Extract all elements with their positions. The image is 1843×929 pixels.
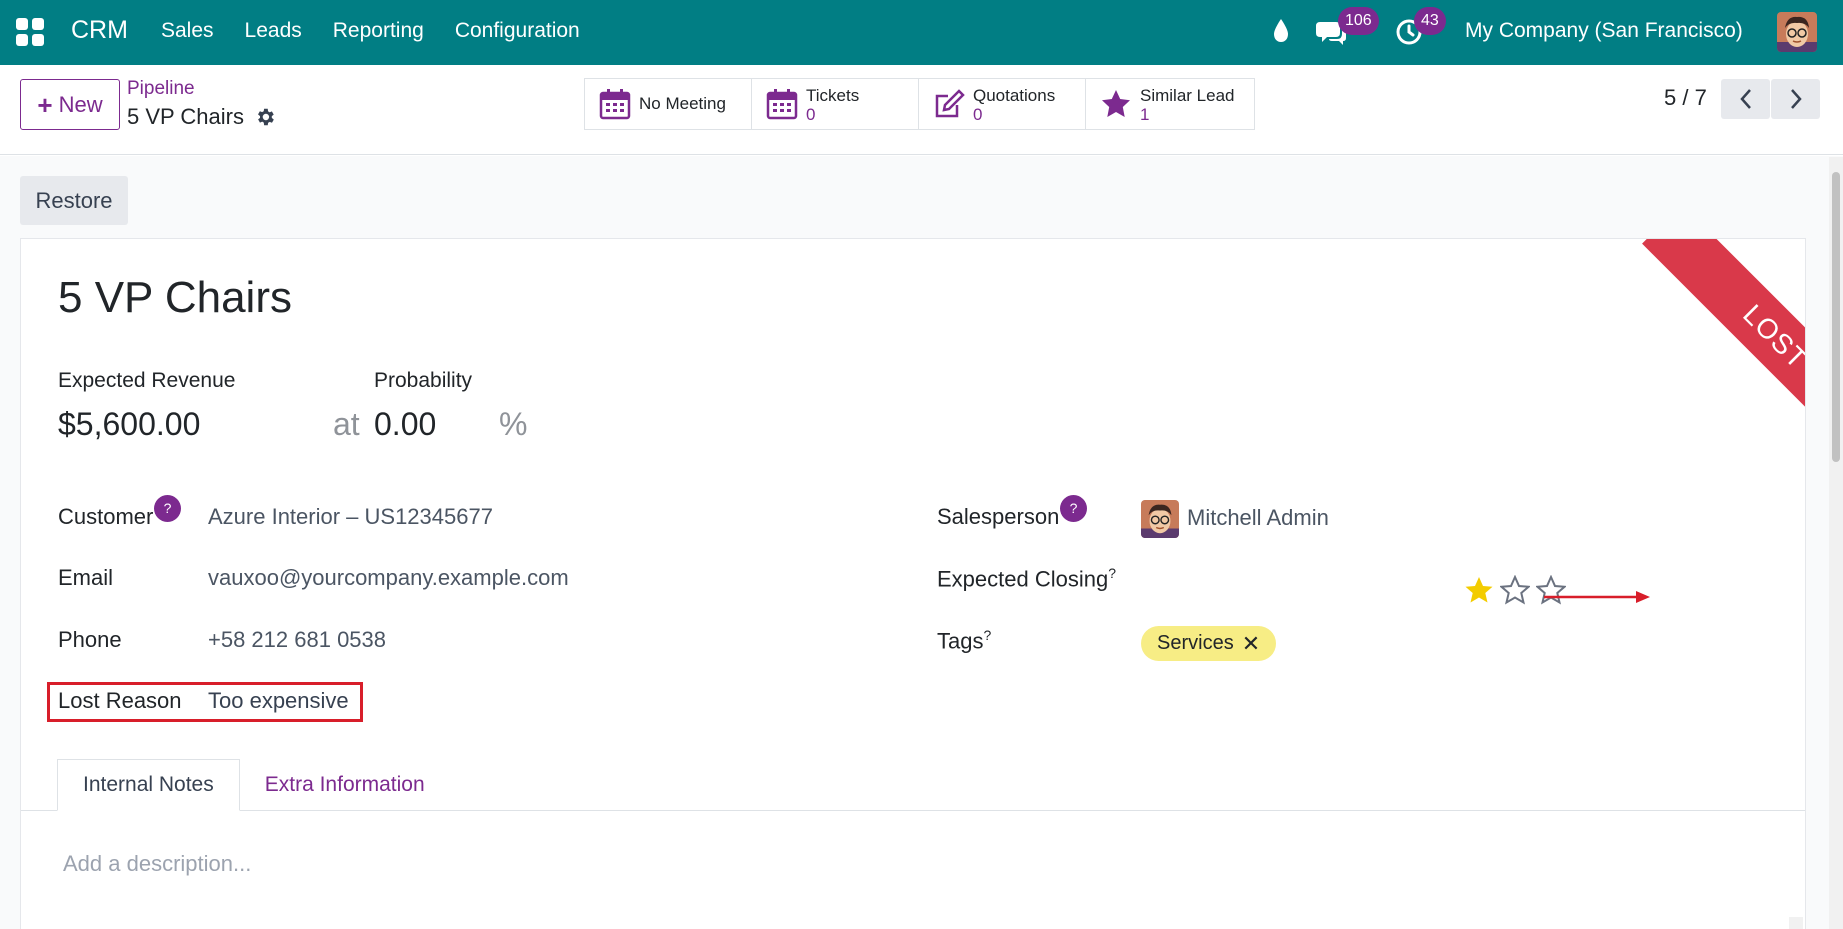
calendar-icon — [599, 89, 631, 120]
tag-label: Services — [1157, 632, 1234, 654]
edit-icon — [935, 89, 965, 118]
percent-sign: % — [499, 406, 528, 442]
menu-item-configuration[interactable]: Configuration — [455, 19, 580, 43]
company-switcher[interactable]: My Company (San Francisco) — [1465, 19, 1743, 43]
menu-item-reporting[interactable]: Reporting — [333, 19, 424, 43]
app-brand[interactable]: CRM — [71, 16, 128, 45]
menu-item-leads[interactable]: Leads — [245, 19, 302, 43]
expected-closing-label: Expected Closing? — [937, 565, 1116, 592]
tag-services: Services ✕ — [1141, 626, 1277, 661]
drop-icon[interactable] — [1271, 16, 1291, 44]
breadcrumb-current: 5 VP Chairs — [127, 104, 244, 129]
lost-ribbon-label: LOST — [1642, 239, 1805, 459]
help-icon[interactable]: ? — [1060, 495, 1087, 522]
restore-button[interactable]: Restore — [20, 176, 128, 225]
remove-tag-icon[interactable]: ✕ — [1242, 632, 1260, 655]
lost-reason-field[interactable]: Too expensive — [208, 688, 349, 714]
smart-button-quotations-label: Quotations — [973, 86, 1056, 105]
help-icon[interactable]: ? — [154, 495, 181, 522]
pager-next-button[interactable] — [1771, 79, 1820, 119]
star-empty-icon[interactable] — [1500, 575, 1530, 605]
phone-label: Phone — [58, 627, 122, 652]
star-filled-icon[interactable] — [1464, 575, 1494, 605]
activity-count-badge: 43 — [1414, 7, 1446, 35]
red-arrow-annotation — [1544, 591, 1650, 603]
tab-internal-notes[interactable]: Internal Notes — [57, 759, 240, 811]
tags-label: Tags? — [937, 627, 991, 654]
smart-button-tickets[interactable]: Tickets 0 — [752, 79, 919, 129]
customer-field[interactable]: Azure Interior – US12345677 — [208, 504, 493, 530]
plus-icon: + — [37, 89, 53, 120]
inner-scrollbar[interactable] — [1789, 917, 1803, 929]
smart-button-similar-lead-label: Similar Lead — [1140, 86, 1235, 105]
lost-ribbon: LOST — [1585, 239, 1805, 459]
tooltip-mark[interactable]: ? — [983, 627, 991, 643]
new-button[interactable]: + New — [20, 79, 120, 130]
star-icon — [1102, 90, 1130, 117]
page-scrollbar[interactable] — [1829, 157, 1843, 929]
description-input[interactable]: Add a description... — [63, 851, 251, 877]
expected-revenue-field[interactable]: $5,600.00 — [58, 406, 200, 443]
email-field[interactable]: vauxoo@yourcompany.example.com — [208, 565, 569, 591]
smart-button-quotations[interactable]: Quotations 0 — [919, 79, 1086, 129]
email-label: Email — [58, 565, 114, 590]
top-navbar: CRM Sales Leads Reporting Configuration … — [0, 0, 1843, 65]
smart-button-tickets-label: Tickets — [806, 86, 860, 105]
smart-buttons: No Meeting Tickets 0 Quotations 0 Simila… — [584, 78, 1255, 130]
chevron-left-icon — [1739, 89, 1751, 109]
breadcrumb-pipeline[interactable]: Pipeline — [127, 78, 195, 100]
probability-field[interactable]: 0.00 — [374, 406, 436, 443]
main-menu: Sales Leads Reporting Configuration — [161, 19, 611, 43]
pager-value[interactable]: 5 / 7 — [1664, 85, 1707, 111]
apps-grid-icon[interactable] — [16, 18, 44, 46]
smart-button-tickets-count: 0 — [806, 105, 816, 124]
chevron-right-icon — [1790, 89, 1802, 109]
user-avatar[interactable] — [1777, 12, 1817, 52]
customer-label: Customer — [58, 504, 154, 529]
smart-button-similar-lead-count: 1 — [1140, 105, 1150, 124]
tab-extra-information[interactable]: Extra Information — [240, 759, 450, 811]
tags-label-text: Tags — [937, 628, 984, 654]
opportunity-title[interactable]: 5 VP Chairs — [58, 273, 292, 323]
salesperson-avatar — [1141, 500, 1179, 538]
lost-reason-label: Lost Reason — [58, 688, 182, 713]
control-panel: + New Pipeline 5 VP Chairs No Meeting Tic… — [0, 65, 1843, 155]
phone-field[interactable]: +58 212 681 0538 — [208, 627, 386, 653]
probability-label: Probability — [374, 369, 473, 392]
pager-previous-button[interactable] — [1721, 79, 1770, 119]
chat-count-badge: 106 — [1338, 7, 1379, 35]
new-button-label: New — [58, 91, 103, 117]
smart-button-meeting-label: No Meeting — [639, 94, 726, 113]
salesperson-field[interactable]: Mitchell Admin — [1187, 505, 1329, 531]
menu-item-sales[interactable]: Sales — [161, 19, 214, 43]
expected-closing-label-text: Expected Closing — [937, 566, 1109, 592]
smart-button-meeting[interactable]: No Meeting — [585, 79, 752, 129]
form-sheet: LOST 5 VP Chairs Expected Revenue Probab… — [20, 238, 1806, 929]
calendar-icon — [766, 89, 798, 120]
at-text: at — [333, 406, 360, 442]
expected-revenue-label: Expected Revenue — [58, 369, 236, 392]
tooltip-mark[interactable]: ? — [1108, 565, 1116, 581]
smart-button-quotations-count: 0 — [973, 105, 983, 124]
salesperson-label: Salesperson — [937, 504, 1060, 529]
smart-button-similar-lead[interactable]: Similar Lead 1 — [1086, 79, 1254, 129]
gear-icon[interactable] — [254, 106, 276, 128]
notebook-tabs: Internal Notes Extra Information — [57, 759, 450, 811]
form-view: Restore LOST 5 VP Chairs Expected Revenu… — [0, 156, 1843, 929]
